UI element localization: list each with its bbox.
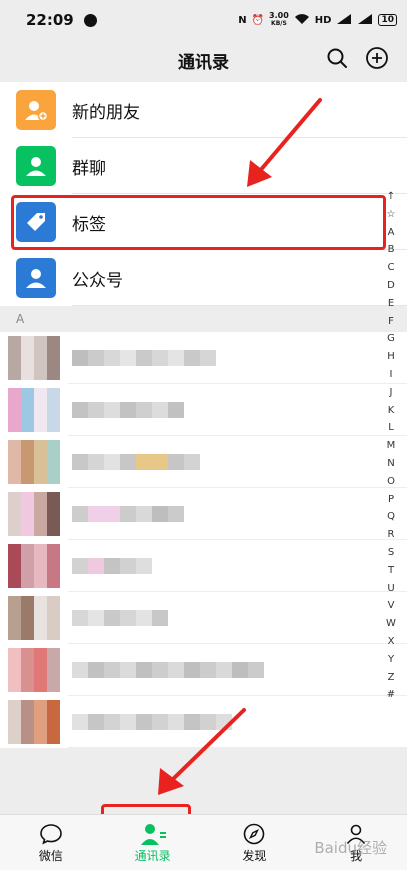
avatar: [8, 648, 60, 692]
new-friends-icon: [16, 90, 56, 130]
page-title: 通讯录: [178, 52, 229, 73]
location-icon: [83, 13, 97, 27]
index-letter[interactable]: H: [387, 348, 395, 366]
index-letter[interactable]: K: [388, 402, 395, 420]
index-letter[interactable]: U: [387, 580, 394, 598]
status-time: 22:09: [26, 11, 74, 29]
tab-contacts-label: 通讯录: [134, 849, 171, 863]
compass-icon: [242, 821, 266, 847]
avatar: [8, 544, 60, 588]
nfc-icon: N: [238, 14, 247, 26]
contact-name-blurred: [72, 662, 264, 678]
index-letter[interactable]: Z: [388, 669, 395, 687]
tab-chats[interactable]: 微信: [0, 815, 102, 870]
index-letter[interactable]: X: [388, 633, 395, 651]
group-chats-label: 群聊: [72, 158, 106, 179]
index-letter[interactable]: ☆: [387, 206, 396, 224]
nav-bar: 通讯录: [0, 40, 407, 80]
index-letter[interactable]: R: [388, 526, 395, 544]
alphabet-index[interactable]: ↑ ☆ A B C D E F G H I J K L M N O P Q R S T U V W X Y Z #: [385, 188, 397, 704]
tab-contacts[interactable]: 通讯录: [102, 815, 204, 870]
contact-name-blurred: [72, 714, 232, 730]
contact-row[interactable]: [0, 488, 407, 540]
net-speed: 3.00 KB/S: [269, 11, 289, 28]
contact-row[interactable]: [0, 644, 407, 696]
battery-icon: 10: [378, 14, 397, 26]
contact-name-blurred: [72, 454, 200, 470]
index-letter[interactable]: J: [390, 384, 393, 402]
tags-item[interactable]: 标签: [0, 194, 407, 250]
contact-rows: [0, 332, 407, 748]
index-letter[interactable]: G: [387, 330, 395, 348]
tab-chats-label: 微信: [38, 849, 63, 863]
new-friends-label: 新的朋友: [72, 102, 140, 123]
index-letter[interactable]: F: [388, 313, 394, 331]
avatar: [8, 336, 60, 380]
index-letter[interactable]: P: [388, 491, 394, 509]
official-account-icon: [16, 258, 56, 298]
avatar: [8, 440, 60, 484]
arrow-head-contacts-tab: [158, 768, 184, 795]
index-letter[interactable]: W: [386, 615, 396, 633]
contact-name-blurred: [72, 558, 152, 574]
avatar: [8, 700, 60, 744]
index-letter[interactable]: E: [388, 295, 394, 313]
index-letter[interactable]: ↑: [387, 188, 395, 206]
contact-name-blurred: [72, 350, 216, 366]
tag-icon: [16, 202, 56, 242]
contact-row[interactable]: [0, 332, 407, 384]
watermark: Baidu经验: [314, 839, 387, 857]
contact-row[interactable]: [0, 696, 407, 748]
contact-row[interactable]: [0, 540, 407, 592]
tab-discover[interactable]: 发现: [204, 815, 306, 870]
avatar: [8, 596, 60, 640]
avatar: [8, 492, 60, 536]
signal-icon: [336, 13, 352, 28]
contact-name-blurred: [72, 402, 184, 418]
index-letter[interactable]: A: [388, 224, 395, 242]
search-icon[interactable]: [325, 46, 349, 74]
official-accounts-label: 公众号: [72, 270, 123, 291]
contact-row[interactable]: [0, 384, 407, 436]
nav-actions: [325, 46, 389, 74]
tags-label: 标签: [72, 214, 106, 235]
official-accounts-item[interactable]: 公众号: [0, 250, 407, 306]
index-letter[interactable]: T: [388, 562, 394, 580]
section-header: A: [0, 306, 407, 332]
index-letter[interactable]: B: [388, 241, 395, 259]
alarm-icon: ⏰: [251, 14, 265, 26]
contacts-icon: [139, 821, 167, 847]
status-bar: 22:09 N ⏰ 3.00 KB/S HD 10: [0, 0, 407, 40]
contact-name-blurred: [72, 506, 184, 522]
index-letter[interactable]: D: [387, 277, 395, 295]
contacts-list: 新的朋友 群聊 标签 公众号 A: [0, 82, 407, 748]
contact-row[interactable]: [0, 436, 407, 488]
index-letter[interactable]: Y: [388, 651, 394, 669]
contact-name-blurred: [72, 610, 168, 626]
index-letter[interactable]: O: [387, 473, 395, 491]
group-chat-icon: [16, 146, 56, 186]
index-letter[interactable]: V: [388, 597, 395, 615]
contact-row[interactable]: [0, 592, 407, 644]
status-indicators: N ⏰ 3.00 KB/S HD 10: [238, 12, 397, 28]
group-chats-item[interactable]: 群聊: [0, 138, 407, 194]
chat-icon: [39, 821, 63, 847]
hd-label: HD: [314, 14, 332, 26]
index-letter[interactable]: #: [387, 686, 395, 704]
tab-discover-label: 发现: [242, 849, 267, 863]
index-letter[interactable]: M: [387, 437, 396, 455]
avatar: [8, 388, 60, 432]
signal-icon-2: [357, 13, 373, 28]
new-friends-item[interactable]: 新的朋友: [0, 82, 407, 138]
wifi-icon: [294, 13, 310, 28]
add-icon[interactable]: [365, 46, 389, 74]
index-letter[interactable]: L: [388, 419, 394, 437]
index-letter[interactable]: N: [387, 455, 394, 473]
index-letter[interactable]: I: [390, 366, 393, 384]
index-letter[interactable]: S: [388, 544, 394, 562]
index-letter[interactable]: C: [388, 259, 395, 277]
index-letter[interactable]: Q: [387, 508, 395, 526]
